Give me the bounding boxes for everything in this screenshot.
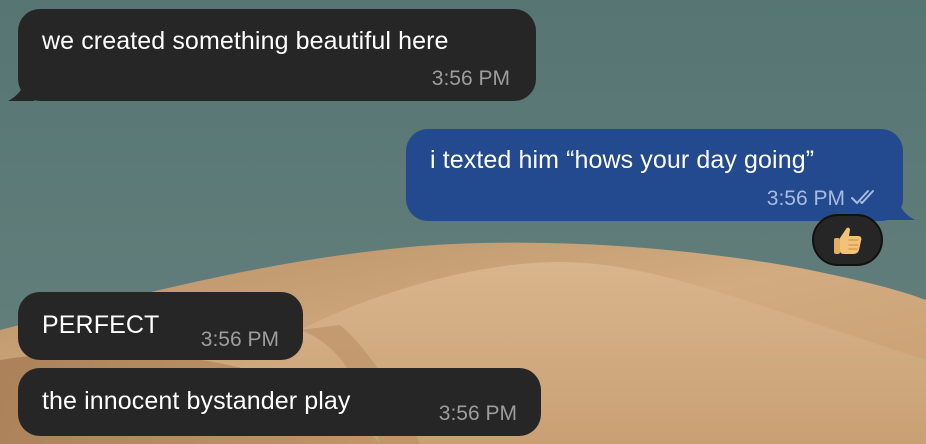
message-text: the innocent bystander play: [42, 387, 351, 415]
double-check-icon: [851, 190, 874, 204]
message-text: i texted him “hows your day going”: [430, 146, 815, 174]
message-bubble-incoming[interactable]: PERFECT 3:56 PM: [18, 292, 303, 360]
message-text: PERFECT: [42, 311, 160, 339]
message-bubble-incoming[interactable]: the innocent bystander play 3:56 PM: [18, 368, 541, 436]
message-bubble-incoming[interactable]: we created something beautiful here 3:56…: [18, 9, 536, 101]
bubble-tail: [888, 191, 915, 220]
message-bubble-outgoing[interactable]: i texted him “hows your day going” 3:56 …: [406, 129, 903, 221]
thumbs-up-icon: [833, 227, 861, 254]
message-timestamp: 3:56 PM: [766, 187, 845, 210]
message-list[interactable]: we created something beautiful here 3:56…: [0, 0, 926, 444]
reaction-badge[interactable]: [812, 214, 883, 266]
message-timestamp: 3:56 PM: [438, 402, 517, 425]
message-timestamp: 3:56 PM: [431, 67, 510, 90]
bubble-tail: [8, 72, 34, 101]
message-timestamp: 3:56 PM: [200, 328, 279, 351]
message-text: we created something beautiful here: [42, 27, 449, 55]
